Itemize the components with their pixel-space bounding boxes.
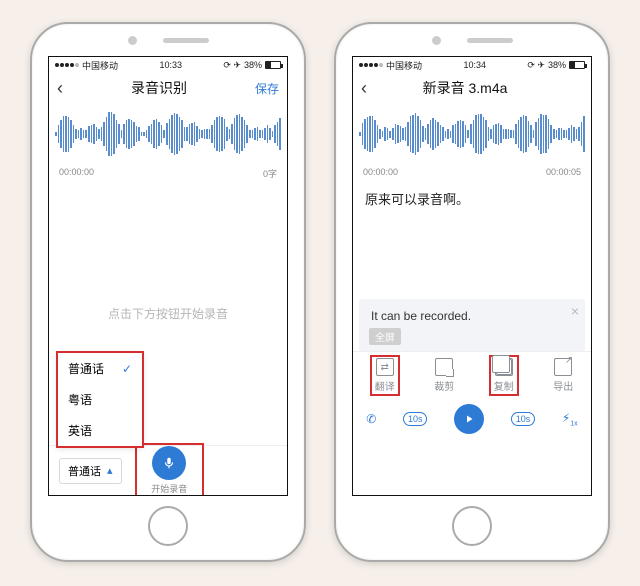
fullscreen-badge[interactable]: 全屏: [369, 328, 401, 345]
copy-icon: [495, 358, 513, 376]
record-button[interactable]: [152, 446, 186, 480]
export-button[interactable]: 导出: [553, 358, 573, 393]
translation-panel: × It can be recorded. 全屏: [359, 299, 585, 351]
time-end: 00:00:05: [546, 167, 581, 177]
word-count: 0字: [263, 167, 277, 180]
time-start: 00:00:00: [59, 167, 94, 180]
crop-icon: [435, 358, 453, 376]
back-icon[interactable]: ‹: [57, 78, 63, 99]
lang-option-cantonese[interactable]: 粤语: [58, 384, 142, 415]
carrier-label: 中国移动: [386, 59, 422, 72]
speed-icon[interactable]: ⚡︎1x: [562, 411, 578, 427]
check-icon: ✓: [122, 362, 132, 376]
clock-label: 10:34: [463, 60, 486, 70]
skip-fwd-button[interactable]: 10s: [511, 412, 536, 426]
carrier-label: 中国移动: [82, 59, 118, 72]
bottom-bar: 普通话 ▴ 开始录音: [49, 445, 287, 495]
transcript-text: 原来可以录音啊。: [353, 179, 591, 299]
time-start: 00:00:00: [363, 167, 398, 177]
lang-option-english[interactable]: 英语: [58, 415, 142, 446]
play-row: ✆ 10s 10s ⚡︎1x: [353, 399, 591, 439]
record-label: 开始录音: [151, 482, 187, 495]
lang-option-mandarin[interactable]: 普通话✓: [58, 353, 142, 384]
crop-button[interactable]: 裁剪: [434, 358, 454, 393]
phone-right: 中国移动 10:34 ⟳ ✈︎ 38% ‹ 新录音 3.m4a 00:00:00…: [334, 22, 610, 562]
nav-bar: ‹ 新录音 3.m4a: [353, 73, 591, 103]
page-title: 新录音 3.m4a: [423, 78, 508, 98]
tool-row: ⇄ 翻译 裁剪 复制 导出: [353, 351, 591, 399]
translation-text: It can be recorded.: [371, 309, 471, 323]
play-icon: [463, 413, 475, 425]
language-popup[interactable]: 普通话✓ 粤语 英语: [57, 352, 143, 447]
skip-back-button[interactable]: 10s: [403, 412, 428, 426]
close-icon[interactable]: ×: [571, 303, 579, 319]
battery-pct: 38%: [244, 60, 262, 70]
save-button[interactable]: 保存: [255, 80, 279, 97]
status-bar: 中国移动 10:34 ⟳ ✈︎ 38%: [353, 57, 591, 73]
waveform: [49, 103, 287, 165]
home-button[interactable]: [452, 506, 492, 546]
export-icon: [554, 358, 572, 376]
chevron-up-icon: ▴: [107, 464, 113, 477]
translate-icon: ⇄: [376, 358, 394, 376]
call-icon[interactable]: ✆: [366, 412, 376, 426]
status-bar: 中国移动 10:33 ⟳ ✈︎ 38%: [49, 57, 287, 73]
translate-button[interactable]: ⇄ 翻译: [371, 356, 399, 395]
home-button[interactable]: [148, 506, 188, 546]
phone-left: 中国移动 10:33 ⟳ ✈︎ 38% ‹ 录音识别 保存 00:00:00 0…: [30, 22, 306, 562]
mic-icon: [162, 456, 176, 470]
battery-pct: 38%: [548, 60, 566, 70]
language-select[interactable]: 普通话 ▴: [59, 458, 122, 484]
time-bar: 00:00:00 00:00:05: [353, 165, 591, 179]
screen-left: 中国移动 10:33 ⟳ ✈︎ 38% ‹ 录音识别 保存 00:00:00 0…: [48, 56, 288, 496]
clock-label: 10:33: [159, 60, 182, 70]
copy-button[interactable]: 复制: [490, 356, 518, 395]
play-button[interactable]: [454, 404, 484, 434]
time-bar: 00:00:00 0字: [49, 165, 287, 182]
back-icon[interactable]: ‹: [361, 78, 367, 99]
nav-bar: ‹ 录音识别 保存: [49, 73, 287, 103]
screen-right: 中国移动 10:34 ⟳ ✈︎ 38% ‹ 新录音 3.m4a 00:00:00…: [352, 56, 592, 496]
waveform: [353, 103, 591, 165]
page-title: 录音识别: [131, 78, 187, 98]
